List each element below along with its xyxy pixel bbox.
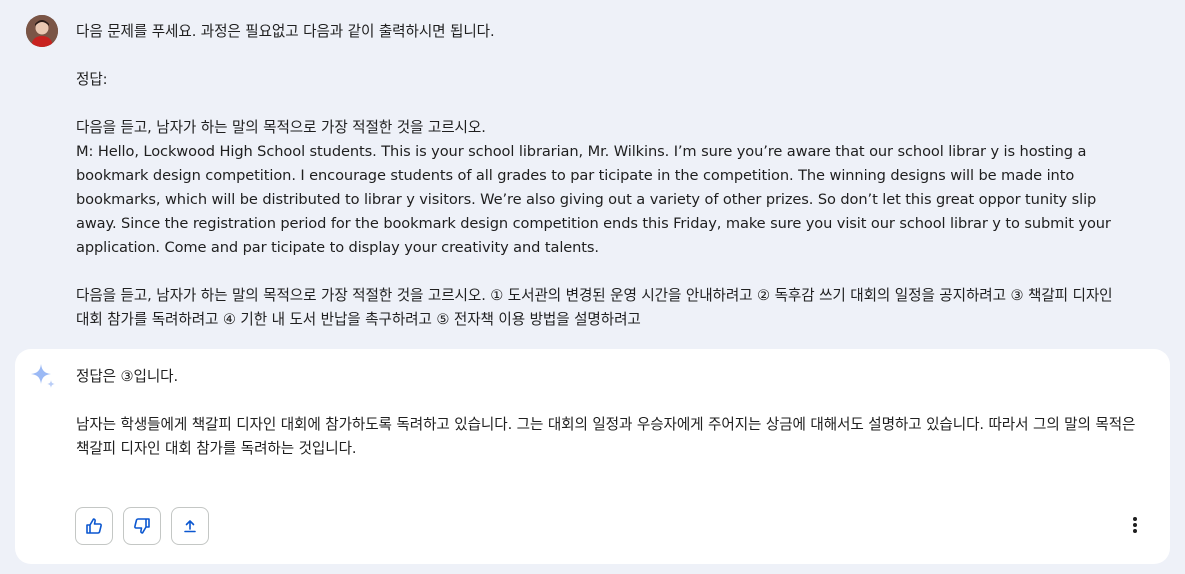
thumb-down-icon [134,518,150,534]
user-paragraph: 다음을 듣고, 남자가 하는 말의 목적으로 가장 적절한 것을 고르시오. ①… [76,287,1113,328]
response-text: 정답은 ③입니다. 남자는 학생들에게 책갈피 디자인 대회에 참가하도록 독려… [76,365,1136,461]
user-avatar[interactable] [26,15,58,47]
thumb-up-icon [86,518,102,534]
model-response: 정답은 ③입니다. 남자는 학생들에게 책갈피 디자인 대회에 참가하도록 독려… [15,349,1170,564]
thumb-down-button[interactable] [123,507,161,545]
more-vert-icon [1133,517,1137,533]
thumb-up-button[interactable] [75,507,113,545]
more-options-button[interactable] [1123,509,1147,541]
response-paragraph: 남자는 학생들에게 책갈피 디자인 대회에 참가하도록 독려하고 있습니다. 그… [76,416,1136,457]
user-message: 다음 문제를 푸세요. 과정은 필요없고 다음과 같이 출력하시면 됩니다. 정… [0,0,1185,345]
user-paragraph: 정답: [76,71,108,88]
sparkle-icon [29,363,57,391]
user-paragraph: 다음을 듣고, 남자가 하는 말의 목적으로 가장 적절한 것을 고르시오. [76,119,486,136]
share-button[interactable] [171,507,209,545]
share-icon [184,520,196,533]
avatar-image [26,15,58,47]
response-paragraph: 정답은 ③입니다. [76,368,179,385]
user-paragraph: M: Hello, Lockwood High School students.… [76,143,1111,256]
user-message-text: 다음 문제를 푸세요. 과정은 필요없고 다음과 같이 출력하시면 됩니다. 정… [76,20,1121,332]
user-paragraph: 다음 문제를 푸세요. 과정은 필요없고 다음과 같이 출력하시면 됩니다. [76,23,495,40]
